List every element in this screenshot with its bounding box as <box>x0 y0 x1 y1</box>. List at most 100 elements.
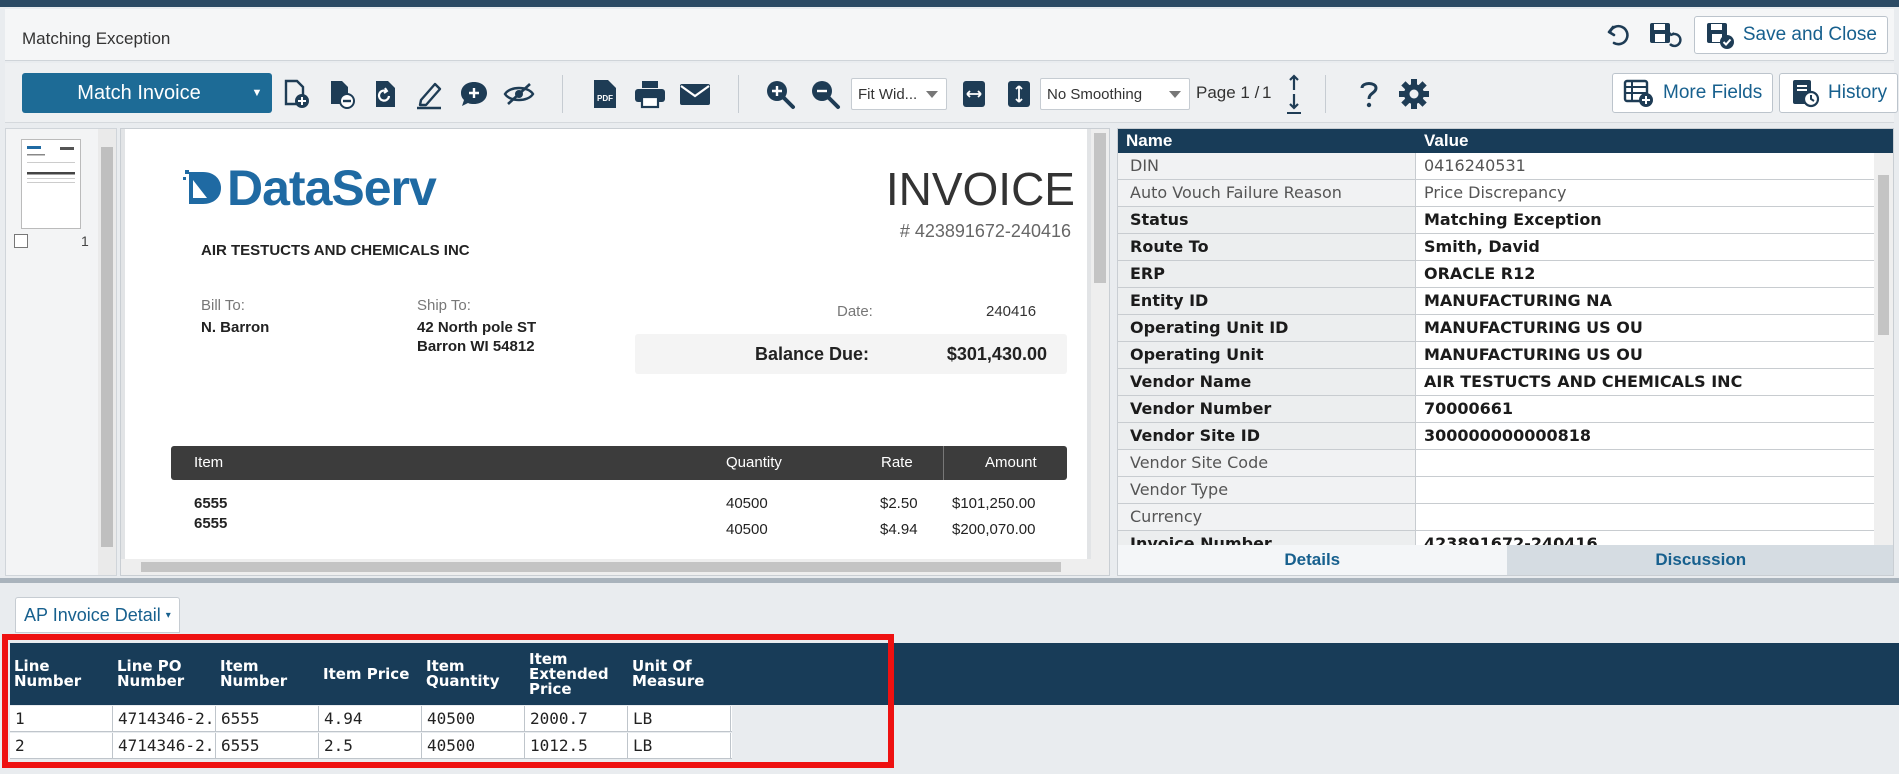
field-row[interactable]: DIN 0416240531 <box>1118 153 1876 180</box>
field-value[interactable] <box>1416 477 1876 503</box>
fields-tabs: Details Discussion <box>1118 545 1893 575</box>
field-row[interactable]: Vendor Name AIR TESTUCTS AND CHEMICALS IN… <box>1118 369 1876 396</box>
match-invoice-button[interactable]: Match Invoice ▼ <box>22 73 272 113</box>
viewer-horizontal-scrollbar[interactable] <box>121 559 1109 575</box>
gear-icon[interactable] <box>1395 75 1433 113</box>
field-row[interactable]: Currency <box>1118 504 1876 531</box>
field-row[interactable]: Auto Vouch Failure Reason Price Discrepan… <box>1118 180 1876 207</box>
field-name: Vendor Site ID <box>1118 423 1416 449</box>
column-header-line-po-number[interactable]: Line PO Number <box>113 643 216 705</box>
add-comment-icon[interactable] <box>455 75 493 113</box>
page-thumbnail[interactable] <box>21 139 81 229</box>
ap-invoice-detail-dropdown[interactable]: AP Invoice Detail ▾ <box>15 597 180 633</box>
field-value[interactable]: MANUFACTURING US OU <box>1416 315 1876 341</box>
invoice-item-row: 6555 40500 $2.50 $101,250.00 <box>171 487 1067 513</box>
field-row[interactable]: Vendor Site ID 300000000000818 <box>1118 423 1876 450</box>
page-total: 1 <box>1262 83 1272 102</box>
fields-col-name: Name <box>1126 131 1173 150</box>
field-value[interactable]: 300000000000818 <box>1416 423 1876 449</box>
balance-due-box: Balance Due: $301,430.00 <box>635 334 1067 374</box>
item-rate: $2.50 <box>880 495 918 512</box>
items-header-quantity: Quantity <box>726 454 782 471</box>
table-row[interactable]: 24714346-2...65552.5405001012.5LB <box>10 733 732 759</box>
fields-header: Name Value <box>1118 129 1893 153</box>
column-header-unit-of-measure[interactable]: Unit Of Measure <box>628 643 731 705</box>
field-value[interactable]: Matching Exception <box>1416 207 1876 233</box>
zoom-select[interactable]: Fit Wid... <box>851 78 947 110</box>
email-icon[interactable] <box>676 75 714 113</box>
field-value[interactable]: MANUFACTURING US OU <box>1416 342 1876 368</box>
add-page-icon[interactable] <box>277 75 315 113</box>
field-row[interactable]: Entity ID MANUFACTURING NA <box>1118 288 1876 315</box>
column-header-item-quantity[interactable]: Item Quantity <box>422 643 525 705</box>
field-value[interactable]: 0416240531 <box>1416 153 1876 179</box>
page-label: Page 1 / <box>1196 83 1260 102</box>
page-nav-icon[interactable] <box>1275 71 1313 117</box>
field-row[interactable]: Vendor Type <box>1118 477 1876 504</box>
help-icon[interactable] <box>1350 75 1388 113</box>
tab-details[interactable]: Details <box>1118 545 1507 575</box>
highlight-pen-icon[interactable] <box>410 75 448 113</box>
field-name: Vendor Name <box>1118 369 1416 395</box>
invoice-items-header: Item Quantity Rate Amount <box>171 446 1067 480</box>
field-name: Currency <box>1118 504 1416 530</box>
save-and-close-button[interactable]: Save and Close <box>1693 16 1888 54</box>
pdf-icon[interactable]: PDF <box>586 75 624 113</box>
field-name: Route To <box>1118 234 1416 260</box>
field-value[interactable]: 70000661 <box>1416 396 1876 422</box>
remove-page-icon[interactable] <box>322 75 360 113</box>
title-bar: Matching Exception Save and Close <box>5 9 1894 61</box>
tab-discussion[interactable]: Discussion <box>1506 545 1893 575</box>
column-header-text: Price <box>529 679 572 698</box>
column-header-item-extended-price[interactable]: Item Extended Price <box>525 643 628 705</box>
field-row[interactable]: Operating Unit MANUFACTURING US OU <box>1118 342 1876 369</box>
field-name: Auto Vouch Failure Reason <box>1118 180 1416 206</box>
field-row[interactable]: Route To Smith, David <box>1118 234 1876 261</box>
zoom-out-icon[interactable] <box>806 75 844 113</box>
rotate-page-icon[interactable] <box>367 75 405 113</box>
history-button[interactable]: History <box>1779 73 1899 113</box>
field-value[interactable]: MANUFACTURING NA <box>1416 288 1876 314</box>
more-fields-button[interactable]: More Fields <box>1612 73 1774 113</box>
field-value[interactable] <box>1416 504 1876 530</box>
field-row[interactable]: Vendor Number 70000661 <box>1118 396 1876 423</box>
hide-icon[interactable] <box>500 75 538 113</box>
field-value[interactable]: ORACLE R12 <box>1416 261 1876 287</box>
column-header-item-price[interactable]: Item Price <box>319 643 422 705</box>
field-row[interactable]: Vendor Site Code <box>1118 450 1876 477</box>
save-refresh-icon[interactable] <box>1648 18 1682 52</box>
chevron-down-icon: ▾ <box>165 609 171 621</box>
zoom-in-icon[interactable] <box>761 75 799 113</box>
undo-icon[interactable] <box>1602 18 1636 52</box>
zoom-select-value: Fit Wid... <box>858 85 918 103</box>
column-header-line-number[interactable]: Line Number <box>10 643 113 705</box>
cell-item-number: 6555 <box>216 733 319 759</box>
fields-scrollbar[interactable] <box>1874 153 1893 545</box>
field-value[interactable]: AIR TESTUCTS AND CHEMICALS INC <box>1416 369 1876 395</box>
match-invoice-dropdown-caret[interactable]: ▼ <box>242 87 272 99</box>
field-value[interactable]: Price Discrepancy <box>1416 180 1876 206</box>
thumbnail-scrollbar[interactable] <box>98 129 116 575</box>
field-value[interactable] <box>1416 450 1876 476</box>
invoice-fields-panel: Name Value DIN 0416240531 Auto Vouch Failu… <box>1117 128 1894 576</box>
fit-height-icon[interactable] <box>1000 75 1038 113</box>
field-row[interactable]: ERP ORACLE R12 <box>1118 261 1876 288</box>
field-row[interactable]: Invoice Number 423891672-240416 <box>1118 531 1876 545</box>
document-viewer[interactable]: DataServ AIR TESTUCTS AND CHEMICALS INC … <box>120 128 1110 576</box>
column-header-item-number[interactable]: Item Number <box>216 643 319 705</box>
field-value[interactable]: Smith, David <box>1416 234 1876 260</box>
cell-line-po-number: 4714346-2... <box>113 733 216 759</box>
page-select-checkbox[interactable] <box>14 234 28 248</box>
fields-list: DIN 0416240531 Auto Vouch Failure Reason Pr… <box>1118 153 1876 545</box>
cell-item-quantity: 40500 <box>422 733 525 759</box>
field-row[interactable]: Operating Unit ID MANUFACTURING US OU <box>1118 315 1876 342</box>
print-icon[interactable] <box>631 75 669 113</box>
smoothing-select-value: No Smoothing <box>1047 85 1143 103</box>
table-row[interactable]: 14714346-2...65554.94405002000.7LB <box>10 706 732 732</box>
column-header-text: Number <box>14 672 82 690</box>
field-value[interactable]: 423891672-240416 <box>1416 531 1876 545</box>
fit-width-icon[interactable] <box>955 75 993 113</box>
field-row[interactable]: Status Matching Exception <box>1118 207 1876 234</box>
viewer-vertical-scrollbar[interactable] <box>1091 129 1109 559</box>
smoothing-select[interactable]: No Smoothing <box>1040 78 1190 110</box>
